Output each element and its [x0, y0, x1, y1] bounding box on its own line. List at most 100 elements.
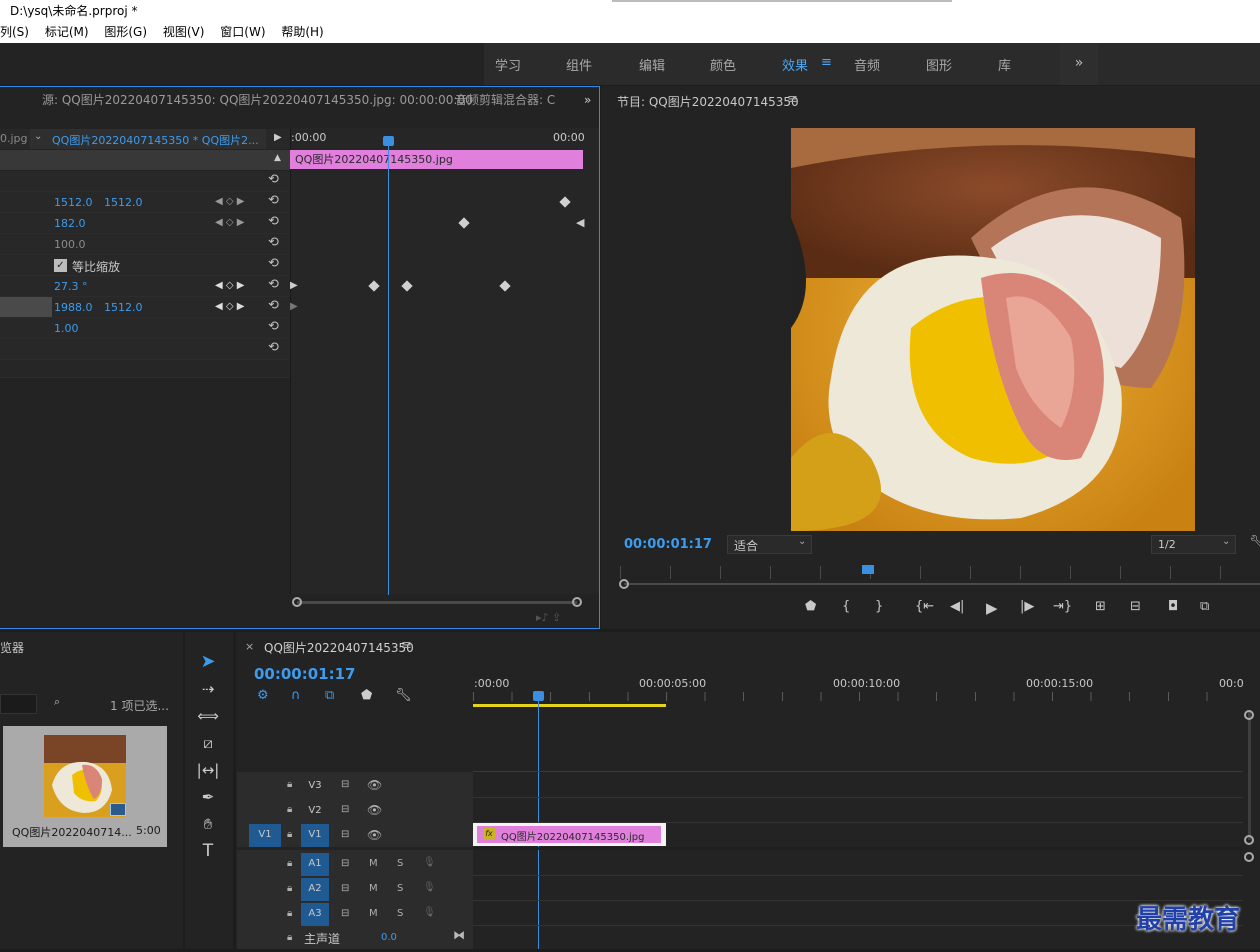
ec-playhead-handle[interactable] — [383, 136, 394, 146]
reset-icon[interactable]: ⟲ — [268, 256, 279, 271]
solo-button[interactable]: S — [397, 858, 403, 869]
eye-icon[interactable]: 👁︎ — [367, 803, 382, 817]
scale-value[interactable]: 182.0 — [54, 217, 86, 230]
lock-icon[interactable]: 🔒︎ — [287, 908, 292, 919]
workspace-effects[interactable]: 效果 — [782, 55, 808, 74]
add-marker-icon[interactable]: ⬟ — [805, 599, 816, 614]
ripple-edit-tool-icon[interactable]: ⟺ — [195, 705, 221, 727]
reset-icon[interactable]: ⟲ — [268, 235, 279, 250]
nest-toggle-icon[interactable]: ⚙︎ — [257, 688, 269, 703]
type-tool-icon[interactable]: T — [195, 840, 221, 862]
reset-icon[interactable]: ⟲ — [268, 277, 279, 292]
panel-menu-icon[interactable]: ≡ — [787, 92, 798, 107]
panel-overflow-icon[interactable]: » — [584, 87, 591, 113]
program-playhead[interactable] — [862, 565, 874, 574]
menu-view[interactable]: 视图(V) — [163, 22, 205, 43]
reset-icon[interactable]: ⟲ — [268, 319, 279, 334]
eye-icon[interactable]: 👁︎ — [367, 778, 382, 792]
menu-markers[interactable]: 标记(M) — [45, 22, 89, 43]
keyframe-nav-icon[interactable]: ◀ ◇ ▶ — [215, 217, 244, 228]
workspace-learn[interactable]: 学习 — [495, 55, 521, 74]
workspace-menu-icon[interactable]: ≡ — [821, 55, 832, 70]
microphone-icon[interactable]: 🎙︎ — [423, 907, 436, 918]
track-target-v2[interactable]: V2 — [301, 800, 329, 821]
anchor-x-value[interactable]: 1988.0 — [54, 301, 93, 314]
snap-icon[interactable]: ∩ — [291, 688, 301, 703]
sync-lock-icon[interactable]: ⊟ — [341, 804, 349, 815]
source-tab[interactable]: 源: QQ图片20220407145350: QQ图片2022040714535… — [42, 87, 473, 113]
menu-window[interactable]: 窗口(W) — [220, 22, 265, 43]
lock-icon[interactable]: 🔒︎ — [287, 804, 292, 815]
ec-zoom-scrollbar[interactable] — [297, 601, 577, 604]
workspace-libraries[interactable]: 库 — [998, 55, 1011, 74]
add-marker-icon[interactable]: ⬟ — [361, 688, 372, 703]
play-only-clip-icon[interactable]: ▶ — [274, 132, 282, 143]
work-area-bar[interactable] — [473, 704, 666, 707]
linked-selection-icon[interactable]: ⧉ — [325, 688, 334, 703]
collapse-up-icon[interactable]: ▲ — [274, 153, 281, 163]
comparison-view-icon[interactable]: ⧉ — [1200, 599, 1209, 614]
lock-icon[interactable]: 🔒︎ — [287, 883, 292, 894]
extract-icon[interactable]: ⊟ — [1130, 599, 1141, 614]
menu-help[interactable]: 帮助(H) — [281, 22, 323, 43]
program-ruler[interactable] — [620, 566, 1260, 579]
reset-icon[interactable]: ⟲ — [268, 340, 279, 355]
lock-icon[interactable]: 🔒︎ — [287, 829, 292, 840]
export-frame-icon[interactable]: ◘ — [1168, 599, 1178, 614]
track-target-a1[interactable]: A1 — [301, 853, 329, 876]
export-icon[interactable]: ▸♪ ⇪ — [536, 611, 561, 624]
reset-icon[interactable]: ⟲ — [268, 214, 279, 229]
reset-icon[interactable]: ⟲ — [268, 193, 279, 208]
sequence-tab[interactable]: QQ图片20220407145350 — [264, 639, 414, 656]
checkbox-icon[interactable]: ✓ — [54, 259, 67, 272]
razor-tool-icon[interactable]: ⧄ — [195, 732, 221, 754]
program-zoom-bar[interactable] — [624, 583, 1260, 585]
reset-icon[interactable]: ⟲ — [268, 298, 279, 313]
keyframe-nav-icon[interactable]: ◀ ◇ ▶ — [215, 301, 244, 312]
scroll-handle-icon[interactable] — [1244, 710, 1254, 720]
expand-track-icon[interactable]: ⧓ — [453, 928, 465, 942]
scroll-handle-icon[interactable] — [292, 597, 302, 607]
lift-icon[interactable]: ⊞ — [1095, 599, 1106, 614]
settings-wrench-icon[interactable]: 🔧︎ — [395, 688, 412, 703]
sync-lock-icon[interactable]: ⊟ — [341, 908, 349, 919]
resolution-dropdown[interactable]: 1/2 ⌄ — [1151, 535, 1236, 554]
sync-lock-icon[interactable]: ⊟ — [341, 883, 349, 894]
mute-button[interactable]: M — [369, 858, 378, 869]
program-timecode[interactable]: 00:00:01:17 — [624, 537, 712, 552]
rotation-value[interactable]: 27.3 ° — [54, 280, 88, 293]
workspace-color[interactable]: 颜色 — [710, 55, 736, 74]
sync-lock-icon[interactable]: ⊟ — [341, 779, 349, 790]
clip-selector[interactable]: ⌄ QQ图片20220407145350 * QQ图片2... — [30, 129, 266, 149]
timeline-timecode[interactable]: 00:00:01:17 — [254, 665, 356, 683]
lock-icon[interactable]: 🔒︎ — [287, 932, 292, 943]
track-target-a3[interactable]: A3 — [301, 903, 329, 926]
master-volume-value[interactable]: 0.0 — [381, 932, 397, 943]
sync-lock-icon[interactable]: ⊟ — [341, 829, 349, 840]
sync-lock-icon[interactable]: ⊟ — [341, 858, 349, 869]
selection-tool-icon[interactable]: ➤ — [195, 651, 221, 673]
mark-in-icon[interactable]: { — [842, 599, 850, 614]
solo-button[interactable]: S — [397, 883, 403, 894]
hand-tool-icon[interactable]: ✋︎ — [195, 813, 221, 835]
lock-icon[interactable]: 🔒︎ — [287, 858, 292, 869]
lock-icon[interactable]: 🔒︎ — [287, 779, 292, 790]
fit-dropdown[interactable]: 适合 ⌄ — [727, 535, 812, 554]
workspace-edit[interactable]: 编辑 — [639, 55, 665, 74]
mute-button[interactable]: M — [369, 908, 378, 919]
source-patch-v1[interactable]: V1 — [249, 824, 281, 847]
project-clip-item[interactable]: QQ图片2022040714... 5:00 — [3, 726, 167, 847]
scroll-handle-icon[interactable] — [572, 597, 582, 607]
position-y-value[interactable]: 1512.0 — [104, 196, 143, 209]
go-to-out-icon[interactable]: ⇥} — [1053, 599, 1072, 614]
find-bin-icon[interactable]: ⌕ — [54, 695, 60, 709]
reset-icon[interactable]: ⟲ — [268, 172, 279, 187]
track-target-v3[interactable]: V3 — [301, 775, 329, 796]
mark-out-icon[interactable]: } — [875, 599, 883, 614]
timeline-ruler[interactable]: :00:00 00:00:05:00 00:00:10:00 00:00:15:… — [473, 677, 1260, 707]
close-tab-icon[interactable]: × — [245, 640, 254, 653]
video-vertical-scrollbar[interactable] — [1248, 712, 1251, 840]
project-search-input[interactable] — [0, 694, 37, 714]
scroll-handle-icon[interactable] — [1244, 852, 1254, 862]
keyframe-nav-icon[interactable]: ◀ ◇ ▶ — [215, 196, 244, 207]
